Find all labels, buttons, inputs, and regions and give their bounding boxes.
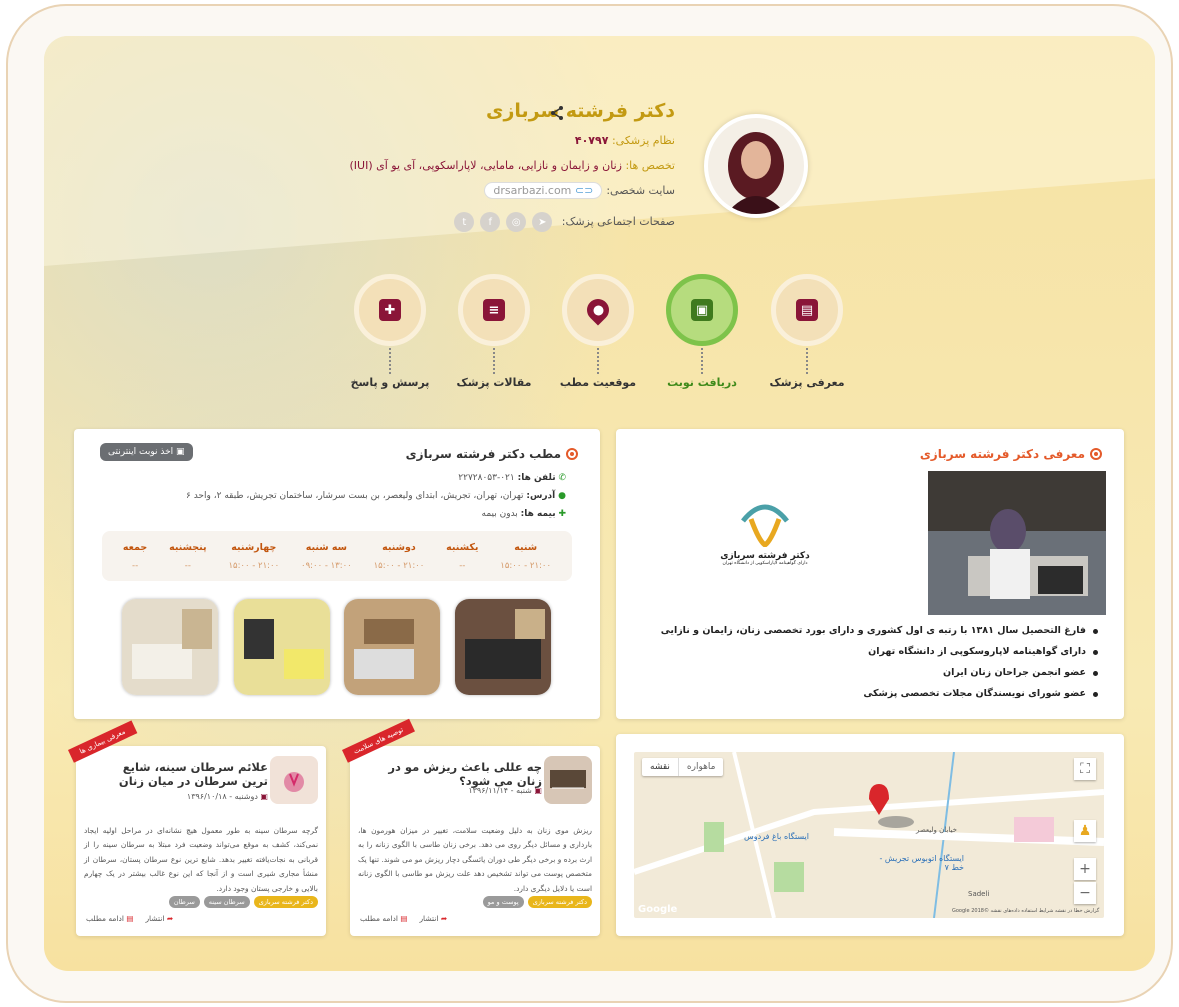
nav-item-articles[interactable]: ≡ مقالات پزشک <box>444 274 544 389</box>
list-item: عضو شورای نویسندگان مجلات تخصصی پزشکی <box>661 688 1099 699</box>
list-item: عضو انجمن جراحان زنان ایران <box>661 667 1099 678</box>
office-photo[interactable] <box>344 599 440 695</box>
main-nav: ▤ معرفی پزشک ▣ دریافت نوبت ● موقعیت مطب … <box>44 274 1155 394</box>
article-thumbnail <box>544 756 592 804</box>
article-excerpt: ریزش موی زنان به دلیل وضعیت سلامت، تغییر… <box>358 826 592 893</box>
google-logo: Google <box>638 904 678 915</box>
personal-site-link[interactable]: ⊂⊃ drsarbazi.com <box>484 182 603 199</box>
specialty-line: تخصص ها: زنان و زایمان و نازایی، مامایی،… <box>349 159 675 172</box>
nav-item-appointment[interactable]: ▣ دریافت نوبت <box>652 274 752 389</box>
medical-cross-icon: ✚ <box>379 299 401 321</box>
article-footer: ➦ انتشار ▤ ادامه مطلب <box>86 914 173 923</box>
calendar-icon: ▣ <box>531 786 542 795</box>
tag[interactable]: سرطان سینه <box>203 896 250 908</box>
insurance-row: ✚ بیمه ها: بدون بیمه <box>481 509 567 519</box>
location-icon: ● <box>558 491 566 501</box>
calendar-icon: ▣ <box>257 792 268 801</box>
target-icon <box>566 448 578 460</box>
article-tags: دکتر فرشته سربازی سرطان سینه سرطان <box>168 896 318 908</box>
zoom-out-button[interactable]: − <box>1074 882 1096 904</box>
map-label: خیابان ولیعصر <box>916 826 957 834</box>
article-excerpt: گرچه سرطان سینه به طور معمول هیچ نشانه‌ا… <box>84 826 318 893</box>
office-map[interactable]: نقشه ماهواره ⛶ ♟ + − ایستگاه باغ فردوس ا… <box>634 752 1104 918</box>
doctor-name: دکتر فرشته سربازی <box>486 100 675 122</box>
map-view-button[interactable]: نقشه <box>642 758 678 776</box>
share-arrow-icon: ➦ <box>164 914 174 923</box>
logo-emblem-icon <box>741 504 789 549</box>
calendar-icon: ▣ <box>691 299 713 321</box>
calendar-icon: ▣ <box>173 447 185 457</box>
doctor-avatar <box>704 114 808 218</box>
nav-item-location[interactable]: ● موقعیت مطب <box>548 274 648 389</box>
article-date: ▣ شنبه - ۱۳۹۶/۱۱/۱۴ <box>468 786 542 795</box>
intro-title: معرفی دکتر فرشته سربازی <box>920 447 1102 461</box>
fullscreen-icon[interactable]: ⛶ <box>1074 758 1096 780</box>
article-title[interactable]: علائم سرطان سینه، شایع ترین سرطان در میا… <box>103 760 268 789</box>
article-tags: دکتر فرشته سربازی پوست و مو <box>482 896 592 908</box>
schedule-table: شنبه ۱۵:۰۰ - ۲۱:۰۰ یکشنبه -- دوشنبه ۱۵:۰۰ -… <box>102 531 572 581</box>
doctor-office-photo <box>928 471 1106 615</box>
twitter-icon[interactable]: t <box>454 212 475 232</box>
office-title: مطب دکتر فرشته سربازی <box>406 447 578 461</box>
article-date: ▣ دوشنبه - ۱۳۹۶/۱۰/۱۸ <box>186 792 268 801</box>
office-card: مطب دکتر فرشته سربازی ▣ اخذ نوبت اینترنت… <box>74 429 600 719</box>
satellite-view-button[interactable]: ماهواره <box>677 758 724 776</box>
tag[interactable]: دکتر فرشته سربازی <box>527 896 592 908</box>
map-label: Sadeli <box>968 890 990 898</box>
map-attribution[interactable]: گزارش خطا در نقشه شرایط استفاده داده‌های… <box>952 908 1099 914</box>
location-pin-icon: ● <box>582 294 614 326</box>
instagram-icon[interactable]: ◎ <box>506 212 527 232</box>
articles-icon: ≡ <box>483 299 505 321</box>
online-appointment-button[interactable]: ▣ اخذ نوبت اینترنتی <box>100 443 193 461</box>
office-photo[interactable] <box>234 599 330 695</box>
medical-code-line: نظام پزشکی: ۴۰۷۹۷ <box>574 134 675 147</box>
telegram-icon[interactable]: ➤ <box>532 212 553 232</box>
read-more-icon: ▤ <box>123 914 134 923</box>
read-more-button[interactable]: ▤ ادامه مطلب <box>86 914 133 923</box>
intro-bullets: فارغ التحصیل سال ۱۳۸۱ با رتبه ی اول کشور… <box>661 625 1099 709</box>
phone-icon: ✆ <box>558 473 566 483</box>
nav-item-qa[interactable]: ✚ پرسش و پاسخ <box>340 274 440 389</box>
share-arrow-icon: ➦ <box>438 914 448 923</box>
office-photo[interactable] <box>455 599 551 695</box>
map-label: ایستگاه باغ فردوس <box>744 832 809 841</box>
article-title[interactable]: چه عللی باعث ریزش مو در زنان می شود؟ <box>377 760 542 789</box>
share-button[interactable]: ➦ انتشار <box>419 914 447 923</box>
tag[interactable]: دکتر فرشته سربازی <box>253 896 318 908</box>
office-photo[interactable] <box>122 599 218 695</box>
list-item: دارای گواهینامه لاپاروسکوپی از دانشگاه ت… <box>661 646 1099 657</box>
address-row: ● آدرس: تهران، تهران، تجریش، ابتدای ولیع… <box>186 491 566 501</box>
share-icon[interactable] <box>549 105 565 121</box>
nav-item-intro[interactable]: ▤ معرفی پزشک <box>757 274 857 389</box>
article-card[interactable]: توصیه های سلامت چه عللی باعث ریزش مو در … <box>342 718 600 936</box>
target-icon <box>1090 448 1102 460</box>
link-icon: ⊂⊃ <box>571 184 594 197</box>
share-button[interactable]: ➦ انتشار <box>145 914 173 923</box>
clinic-logo: دکتر فرشته سربازی دارای گواهینامه لاپارا… <box>710 501 820 566</box>
list-item: فارغ التحصیل سال ۱۳۸۱ با رتبه ی اول کشور… <box>661 625 1099 636</box>
zoom-in-button[interactable]: + <box>1074 858 1096 880</box>
intro-card: معرفی دکتر فرشته سربازی دکتر فرشته سرباز… <box>616 429 1124 719</box>
map-type-switch: نقشه ماهواره <box>642 758 724 776</box>
profile-stage: دکتر فرشته سربازی نظام پزشکی: ۴۰۷۹۷ تخصص… <box>44 36 1155 971</box>
tag[interactable]: پوست و مو <box>482 896 524 908</box>
site-line: سایت شخصی:⊂⊃ drsarbazi.com <box>484 182 675 199</box>
social-line: صفحات اجتماعی پزشک: ➤ ◎ f t <box>454 212 675 232</box>
map-card: نقشه ماهواره ⛶ ♟ + − ایستگاه باغ فردوس ا… <box>616 734 1124 936</box>
tag[interactable]: سرطان <box>168 896 200 908</box>
phone-row: ✆ تلفن ها: ۰۲۱-۲۲۷۲۸۰۵۳ <box>458 473 566 483</box>
plus-icon: ✚ <box>558 509 566 519</box>
article-thumbnail <box>270 756 318 804</box>
map-label: ایستگاه اتوبوس تجریش - خط ۷ <box>879 854 965 872</box>
street-view-icon[interactable]: ♟ <box>1074 820 1096 842</box>
read-more-icon: ▤ <box>397 914 408 923</box>
read-more-button[interactable]: ▤ ادامه مطلب <box>360 914 407 923</box>
article-card[interactable]: معرفی بیماری ها علائم سرطان سینه، شایع ت… <box>68 720 326 936</box>
facebook-icon[interactable]: f <box>480 212 501 232</box>
id-card-icon: ▤ <box>796 299 818 321</box>
article-footer: ➦ انتشار ▤ ادامه مطلب <box>360 914 447 923</box>
